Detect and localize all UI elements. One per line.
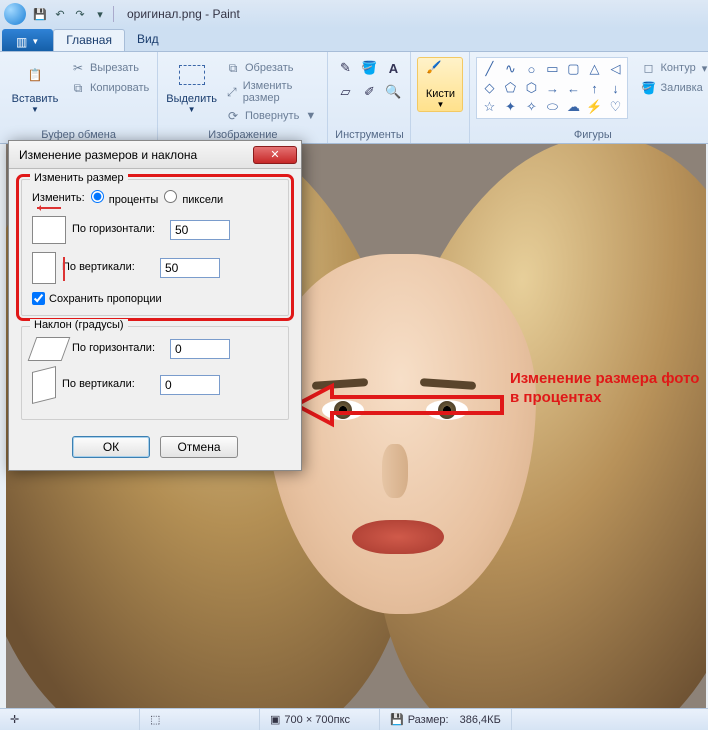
qat-dropdown-icon[interactable]: ▾ [91,5,109,23]
status-filesize: 💾Размер: 386,4КБ [380,709,512,730]
status-cursor-pos: ✛ [0,709,140,730]
skew-legend: Наклон (градусы) [30,319,128,331]
shapes-gallery[interactable]: ╱∿○▭▢△◁ ◇⬠⬡→←↑↓ ☆✦✧⬭☁⚡♡ [476,57,628,119]
radio-percent[interactable]: проценты [91,190,159,206]
rotate-button[interactable]: ⟳Повернуть▼ [223,107,321,125]
dimensions-icon: ▣ [270,713,280,726]
select-button[interactable]: Выделить ▼ [164,57,219,116]
shape-outline-button[interactable]: ◻Контур▾ [638,59,708,77]
horizontal-input[interactable] [170,220,230,240]
paste-icon: 📋 [19,59,51,91]
group-label [417,127,463,143]
brush-icon: 🖌️ [426,60,454,88]
resize-legend: Изменить размер [30,172,128,184]
vertical-label: По вертикали: [62,261,154,274]
window-titlebar: 💾 ↶ ↷ ▾ оригинал.png - Paint [0,0,708,28]
resize-button[interactable]: ⤢Изменить размер [223,79,321,105]
group-label: Фигуры [476,127,708,143]
outline-icon: ◻ [640,60,656,76]
group-clipboard: 📋 Вставить ▼ ✂Вырезать ⧉Копировать Буфер… [0,52,158,143]
window-title: оригинал.png - Paint [127,7,240,21]
file-menu-tab[interactable]: ▥▼ [2,29,53,51]
magnifier-tool[interactable]: 🔍 [382,81,404,103]
tab-home[interactable]: Главная [53,29,125,51]
dialog-close-button[interactable]: ✕ [253,146,297,164]
select-icon [176,59,208,91]
resize-skew-dialog: Изменение размеров и наклона ✕ Изменить … [8,140,302,471]
paint-orb-icon[interactable] [4,3,26,25]
crosshair-icon: ✛ [10,713,19,726]
vertical-input[interactable] [160,258,220,278]
group-shapes: ╱∿○▭▢△◁ ◇⬠⬡→←↑↓ ☆✦✧⬭☁⚡♡ ◻Контур▾ 🪣Заливк… [470,52,708,143]
shape-fill-button[interactable]: 🪣Заливка [638,79,708,97]
ok-button[interactable]: ОК [72,436,150,458]
selection-icon: ⬚ [150,713,160,726]
annotation-text: Изменение размера фото в процентах [510,370,708,408]
cut-button[interactable]: ✂Вырезать [68,59,151,77]
radio-pixels[interactable]: пиксели [164,190,223,206]
separator [113,6,114,22]
skew-vertical-icon [32,366,56,404]
fill-icon: 🪣 [640,80,656,96]
cancel-button[interactable]: Отмена [160,436,238,458]
undo-icon[interactable]: ↶ [51,5,69,23]
skew-vertical-label: По вертикали: [62,378,154,391]
paste-button[interactable]: 📋 Вставить ▼ [6,57,64,116]
change-by-label: Изменить: [32,192,85,204]
text-tool[interactable]: A [382,57,404,79]
horizontal-resize-icon [32,216,66,244]
skew-horizontal-icon [28,337,71,361]
skew-horizontal-input[interactable] [170,339,230,359]
eraser-tool[interactable]: ▱ [334,81,356,103]
horizontal-label: По горизонтали: [72,223,164,236]
crop-button[interactable]: ⧉Обрезать [223,59,321,77]
keep-aspect-checkbox[interactable]: Сохранить пропорции [32,292,278,305]
group-tools: ✎ 🪣 A ▱ ✐ 🔍 Инструменты [328,52,411,143]
skew-horizontal-label: По горизонтали: [72,342,164,355]
pencil-tool[interactable]: ✎ [334,57,356,79]
annotation-arrow-icon [296,380,506,430]
ribbon-tab-row: ▥▼ Главная Вид [0,28,708,52]
skew-fieldset: Наклон (градусы) По горизонтали: По верт… [21,326,289,420]
skew-vertical-input[interactable] [160,375,220,395]
copy-button[interactable]: ⧉Копировать [68,79,151,97]
resize-icon: ⤢ [225,84,239,100]
brushes-button[interactable]: 🖌️ Кисти ▼ [417,57,463,112]
status-dimensions: ▣700 × 700пкс [260,709,380,730]
group-label: Инструменты [334,127,404,143]
status-selection: ⬚ [140,709,260,730]
rotate-icon: ⟳ [225,108,241,124]
dialog-title: Изменение размеров и наклона [19,148,197,162]
crop-icon: ⧉ [225,60,241,76]
status-bar: ✛ ⬚ ▣700 × 700пкс 💾Размер: 386,4КБ [0,708,708,730]
picker-tool[interactable]: ✐ [358,81,380,103]
tab-view[interactable]: Вид [125,29,171,51]
cut-icon: ✂ [70,60,86,76]
copy-icon: ⧉ [70,80,86,96]
ribbon: 📋 Вставить ▼ ✂Вырезать ⧉Копировать Буфер… [0,52,708,144]
vertical-resize-icon [32,252,56,284]
save-icon[interactable]: 💾 [31,5,49,23]
group-image: Выделить ▼ ⧉Обрезать ⤢Изменить размер ⟳П… [158,52,328,143]
redo-icon[interactable]: ↷ [71,5,89,23]
dialog-titlebar: Изменение размеров и наклона ✕ [9,141,301,169]
disk-icon: 💾 [390,713,404,726]
resize-fieldset: Изменить размер Изменить: проценты пиксе… [21,179,289,316]
group-brushes: 🖌️ Кисти ▼ [411,52,470,143]
fill-tool[interactable]: 🪣 [358,57,380,79]
